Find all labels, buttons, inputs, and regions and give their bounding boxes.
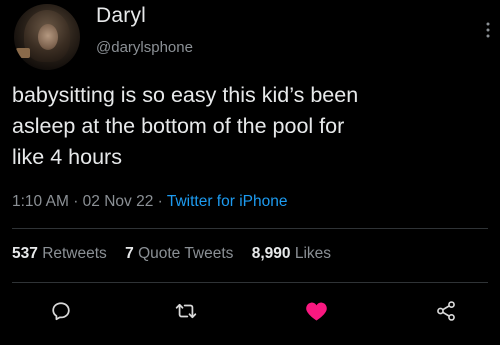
more-options-icon[interactable] [486, 22, 490, 38]
quote-label: Quote Tweets [138, 245, 234, 262]
likes-count: 8,990 [251, 245, 291, 262]
reply-button[interactable] [48, 298, 74, 324]
share-icon [435, 300, 457, 322]
heart-icon [305, 300, 328, 322]
tweet-source-link[interactable]: Twitter for iPhone [167, 193, 288, 210]
avatar-face [38, 24, 58, 50]
like-button[interactable] [303, 298, 329, 324]
avatar-patch [16, 48, 30, 58]
quote-tweets-stat[interactable]: 7 Quote Tweets [125, 245, 233, 262]
retweets-label: Retweets [42, 245, 107, 262]
retweet-icon [175, 300, 197, 322]
tweet-meta: 1:10 AM · 02 Nov 22 · Twitter for iPhone [12, 193, 287, 211]
quote-count: 7 [125, 245, 134, 262]
likes-stat[interactable]: 8,990 Likes [252, 245, 331, 262]
tweet-time[interactable]: 1:10 AM [12, 193, 69, 210]
share-button[interactable] [433, 298, 459, 324]
author-handle[interactable]: @darylsphone [96, 39, 193, 56]
reply-icon [50, 300, 72, 322]
divider [12, 228, 488, 229]
meta-separator: · [73, 193, 79, 210]
retweets-stat[interactable]: 537 Retweets [12, 245, 107, 262]
retweets-count: 537 [12, 245, 38, 262]
tweet-text-line: like 4 hours [12, 145, 122, 169]
tweet-text: babysitting is so easy this kid’s been a… [12, 80, 492, 173]
tweet-text-line: asleep at the bottom of the pool for [12, 114, 345, 138]
avatar[interactable] [14, 4, 80, 70]
tweet-stats: 537 Retweets 7 Quote Tweets 8,990 Likes [12, 245, 345, 263]
meta-separator: · [157, 193, 163, 210]
tweet-text-line: babysitting is so easy this kid’s been [12, 83, 359, 107]
tweet-card: Daryl @darylsphone babysitting is so eas… [0, 0, 500, 345]
author-name[interactable]: Daryl [96, 4, 146, 28]
tweet-date[interactable]: 02 Nov 22 [83, 193, 154, 210]
retweet-button[interactable] [173, 298, 199, 324]
likes-label: Likes [294, 245, 332, 262]
divider [12, 282, 488, 283]
